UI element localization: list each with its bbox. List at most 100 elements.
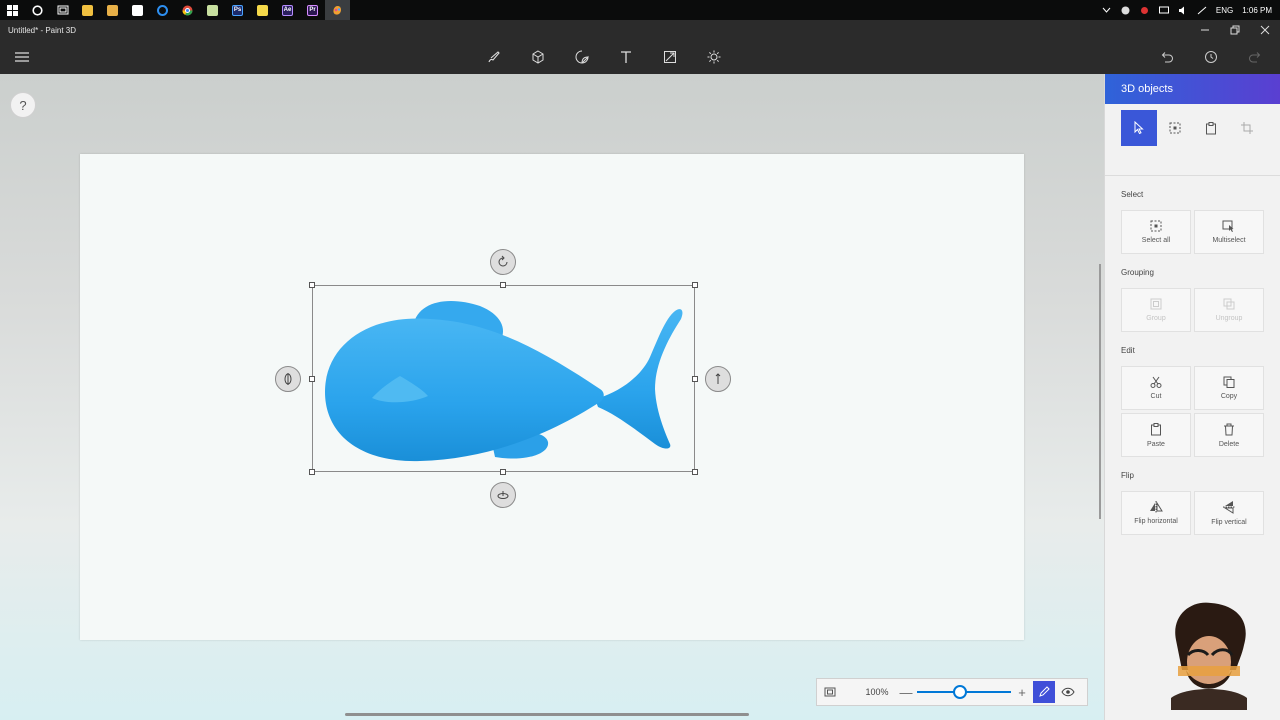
language-indicator[interactable]: ENG (1216, 6, 1233, 15)
windows-taskbar: Ps Ae Pr ENG 1:06 PM (0, 0, 1280, 20)
flip-vertical-button[interactable]: Flip vertical (1194, 491, 1264, 535)
canvas-lighting-icon[interactable] (692, 46, 736, 68)
scissors-icon (1150, 376, 1162, 388)
task-view-icon[interactable] (50, 0, 75, 20)
fit-to-screen-icon[interactable] (817, 679, 843, 705)
vertical-scrollbar[interactable] (1099, 264, 1101, 519)
edit-mode-pencil-icon[interactable] (1033, 681, 1055, 703)
chrome-tray-icon[interactable] (1121, 5, 1131, 15)
zoom-level: 100% (865, 687, 889, 697)
zoom-in-button[interactable]: + (1015, 685, 1029, 700)
copy-button[interactable]: Copy (1194, 366, 1264, 410)
zoom-slider[interactable] (917, 684, 1011, 700)
multiselect-label: Multiselect (1212, 237, 1246, 244)
after-effects-icon[interactable]: Ae (275, 0, 300, 20)
resize-handle-top-left[interactable] (309, 282, 315, 288)
photos-icon[interactable] (100, 0, 125, 20)
network-icon[interactable] (1197, 5, 1207, 15)
premiere-icon[interactable]: Pr (300, 0, 325, 20)
photoshop-icon[interactable]: Ps (225, 0, 250, 20)
store-icon[interactable] (125, 0, 150, 20)
window-title: Untitled* - Paint 3D (8, 25, 77, 35)
resize-handle-bottom-right[interactable] (692, 469, 698, 475)
cut-label: Cut (1150, 393, 1162, 400)
group-button[interactable]: Group (1121, 288, 1191, 332)
paste-label: Paste (1147, 440, 1165, 448)
resize-handle-top-right[interactable] (692, 282, 698, 288)
paste-button[interactable]: Paste (1121, 413, 1191, 457)
chrome-icon[interactable] (175, 0, 200, 20)
select-all-button[interactable]: Select all (1121, 210, 1191, 254)
window-title-bar: Untitled* - Paint 3D (0, 20, 1280, 40)
flip-vertical-icon (1223, 501, 1235, 514)
view-3d-eye-icon[interactable] (1057, 681, 1079, 703)
windows-start-icon[interactable] (0, 0, 25, 20)
multiselect-icon (1222, 220, 1234, 232)
depth-icon[interactable] (705, 366, 731, 392)
group-icon (1150, 298, 1162, 310)
copy-label: Copy (1220, 393, 1238, 400)
zoom-out-button[interactable]: — (899, 685, 913, 700)
select-region-icon[interactable] (1157, 110, 1193, 146)
3d-shapes-icon[interactable] (516, 46, 560, 68)
ungroup-icon (1223, 298, 1235, 310)
resize-handle-bottom-left[interactable] (309, 469, 315, 475)
text-icon[interactable] (604, 46, 648, 68)
volume-icon[interactable] (1178, 5, 1188, 15)
trash-icon (1224, 423, 1234, 435)
system-clock[interactable]: 1:06 PM (1242, 6, 1272, 15)
crop-icon[interactable] (1229, 110, 1265, 146)
multiselect-button[interactable]: Multiselect (1194, 210, 1264, 254)
delete-button[interactable]: Delete (1194, 413, 1264, 457)
resize-handle-left[interactable] (309, 376, 315, 382)
resize-handle-right[interactable] (692, 376, 698, 382)
close-button[interactable] (1250, 20, 1280, 40)
minimize-button[interactable] (1190, 20, 1220, 40)
flip-horizontal-button[interactable]: Flip horizontal (1121, 491, 1191, 535)
panel-title: 3D objects (1105, 74, 1280, 104)
hamburger-menu-icon[interactable] (12, 48, 32, 66)
section-title-edit: Edit (1121, 346, 1135, 355)
paste-clipboard-icon[interactable] (1193, 110, 1229, 146)
section-title-grouping: Grouping (1121, 268, 1154, 277)
rotate-z-icon[interactable] (490, 249, 516, 275)
undo-icon[interactable] (1152, 46, 1182, 68)
edge-icon[interactable] (150, 0, 175, 20)
redo-icon[interactable] (1240, 46, 1270, 68)
flip-vertical-label: Flip vertical (1211, 519, 1247, 526)
section-title-select: Select (1121, 190, 1144, 199)
rotate-y-icon[interactable] (275, 366, 301, 392)
recorder-icon[interactable] (1140, 5, 1150, 15)
restore-button[interactable] (1220, 20, 1250, 40)
workspace: ? 100% — + (0, 74, 1104, 720)
select-all-label: Select all (1141, 237, 1171, 244)
horizontal-scrollbar[interactable] (345, 713, 749, 716)
history-icon[interactable] (1196, 46, 1226, 68)
ungroup-label: Ungroup (1215, 315, 1243, 322)
select-tool-cursor-icon[interactable] (1121, 110, 1157, 146)
panel-tabs (1105, 104, 1280, 176)
section-title-flip: Flip (1121, 471, 1134, 480)
cut-button[interactable]: Cut (1121, 366, 1191, 410)
cortana-icon[interactable] (25, 0, 50, 20)
help-button[interactable]: ? (10, 92, 36, 118)
delete-label: Delete (1218, 440, 1240, 448)
ungroup-button[interactable]: Ungroup (1194, 288, 1264, 332)
selection-box[interactable] (312, 285, 695, 472)
zoom-slider-thumb[interactable] (953, 685, 967, 699)
rotate-x-icon[interactable] (490, 482, 516, 508)
sticky-notes-icon[interactable] (250, 0, 275, 20)
notepad-icon[interactable] (200, 0, 225, 20)
copy-icon (1223, 376, 1235, 388)
file-explorer-icon[interactable] (75, 0, 100, 20)
effects-icon[interactable] (648, 46, 692, 68)
flip-horizontal-label: Flip horizontal (1134, 518, 1178, 525)
paint3d-icon[interactable] (325, 0, 350, 20)
battery-icon[interactable] (1158, 5, 1169, 15)
chevron-up-icon[interactable] (1102, 5, 1112, 15)
resize-handle-top[interactable] (500, 282, 506, 288)
group-label: Group (1146, 315, 1166, 322)
stickers-icon[interactable] (560, 46, 604, 68)
resize-handle-bottom[interactable] (500, 469, 506, 475)
brushes-icon[interactable] (472, 46, 516, 68)
